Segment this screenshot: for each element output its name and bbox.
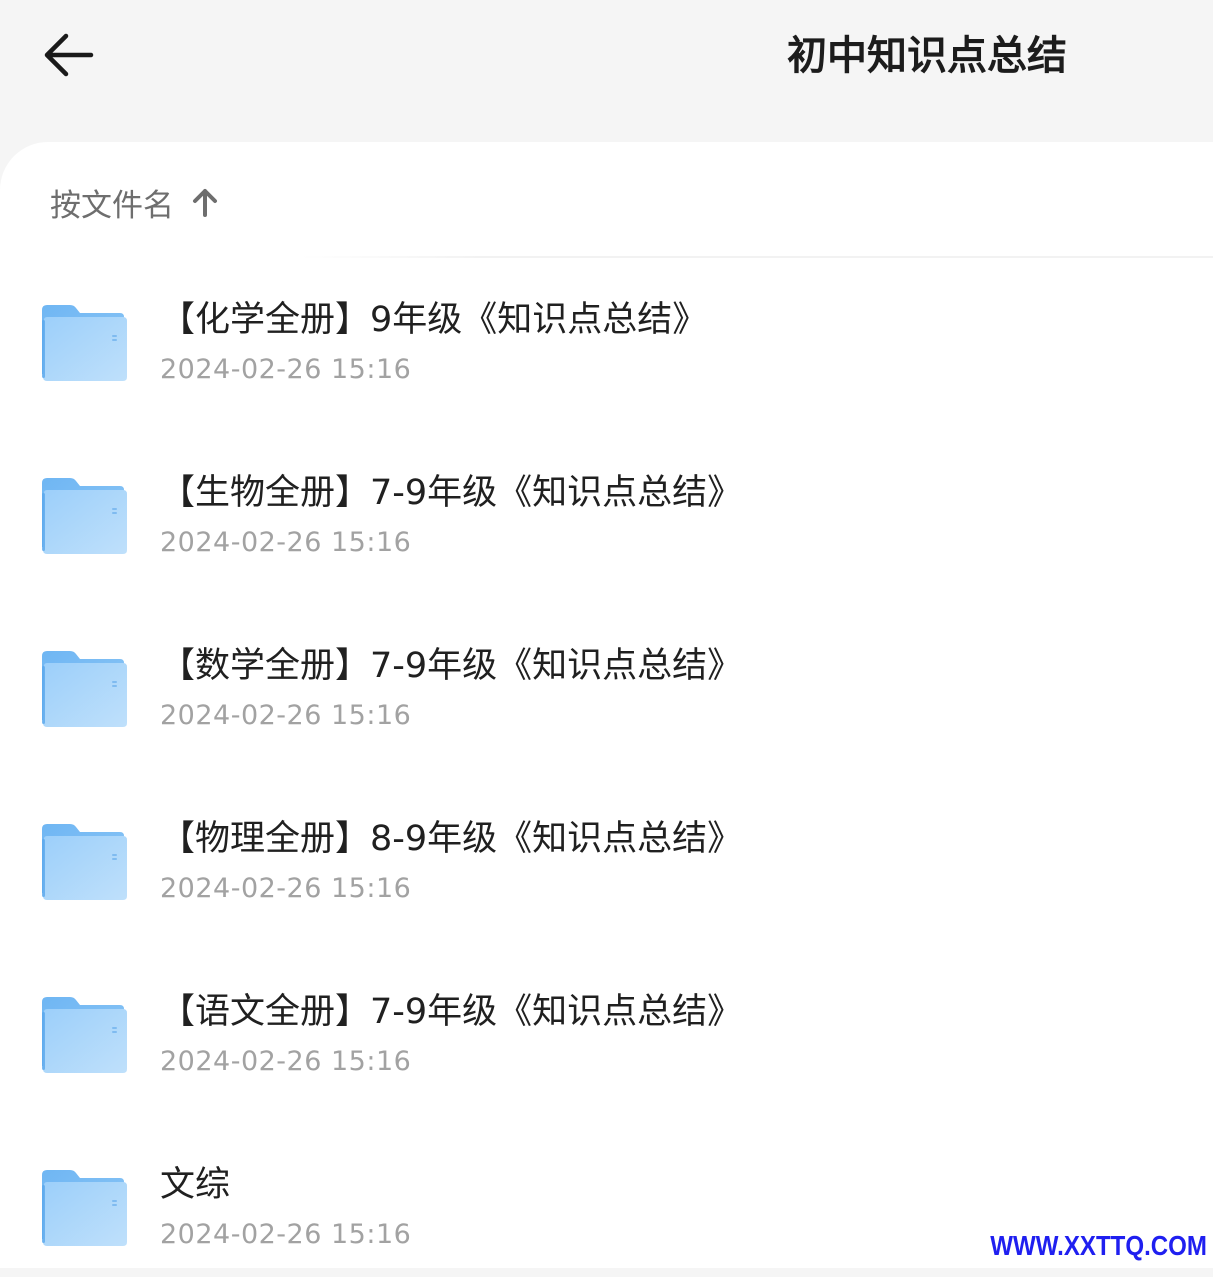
folder-name: 【生物全册】7-9年级《知识点总结》 [160, 473, 743, 513]
folder-date: 2024-02-26 15:16 [160, 700, 412, 731]
folder-date: 2024-02-26 15:16 [160, 1219, 412, 1250]
folder-icon [40, 823, 128, 901]
file-list-panel: 按文件名 【化学全册】9年级《知识点总结》 2024-02-26 15:16 【… [0, 142, 1213, 1268]
list-item-folder[interactable]: 【物理全册】8-9年级《知识点总结》 2024-02-26 15:16 [0, 791, 1213, 931]
folder-name: 文综 [160, 1165, 231, 1205]
folder-icon [40, 650, 128, 728]
list-item-folder[interactable]: 【生物全册】7-9年级《知识点总结》 2024-02-26 15:16 [0, 445, 1213, 585]
file-list: 【化学全册】9年级《知识点总结》 2024-02-26 15:16 【生物全册】… [0, 142, 1213, 1268]
header-bar: 初中知识点总结 [0, 0, 1213, 160]
folder-icon [40, 996, 128, 1074]
list-item-folder[interactable]: 【语文全册】7-9年级《知识点总结》 2024-02-26 15:16 [0, 964, 1213, 1104]
folder-name: 【物理全册】8-9年级《知识点总结》 [160, 819, 743, 859]
folder-name: 【语文全册】7-9年级《知识点总结》 [160, 992, 743, 1032]
folder-date: 2024-02-26 15:16 [160, 1046, 412, 1077]
folder-date: 2024-02-26 15:16 [160, 873, 412, 904]
folder-date: 2024-02-26 15:16 [160, 527, 412, 558]
list-item-folder[interactable]: 【数学全册】7-9年级《知识点总结》 2024-02-26 15:16 [0, 618, 1213, 758]
list-item-folder[interactable]: 【化学全册】9年级《知识点总结》 2024-02-26 15:16 [0, 272, 1213, 412]
folder-icon [40, 477, 128, 555]
folder-name: 【化学全册】9年级《知识点总结》 [160, 300, 708, 340]
folder-name: 【数学全册】7-9年级《知识点总结》 [160, 646, 743, 686]
page-title: 初中知识点总结 [787, 33, 1067, 79]
watermark-text: WWW.XXTTQ.COM [990, 1230, 1207, 1261]
folder-icon [40, 304, 128, 382]
arrow-left-icon [42, 32, 94, 78]
folder-date: 2024-02-26 15:16 [160, 354, 412, 385]
folder-icon [40, 1169, 128, 1247]
back-button[interactable] [30, 22, 106, 88]
